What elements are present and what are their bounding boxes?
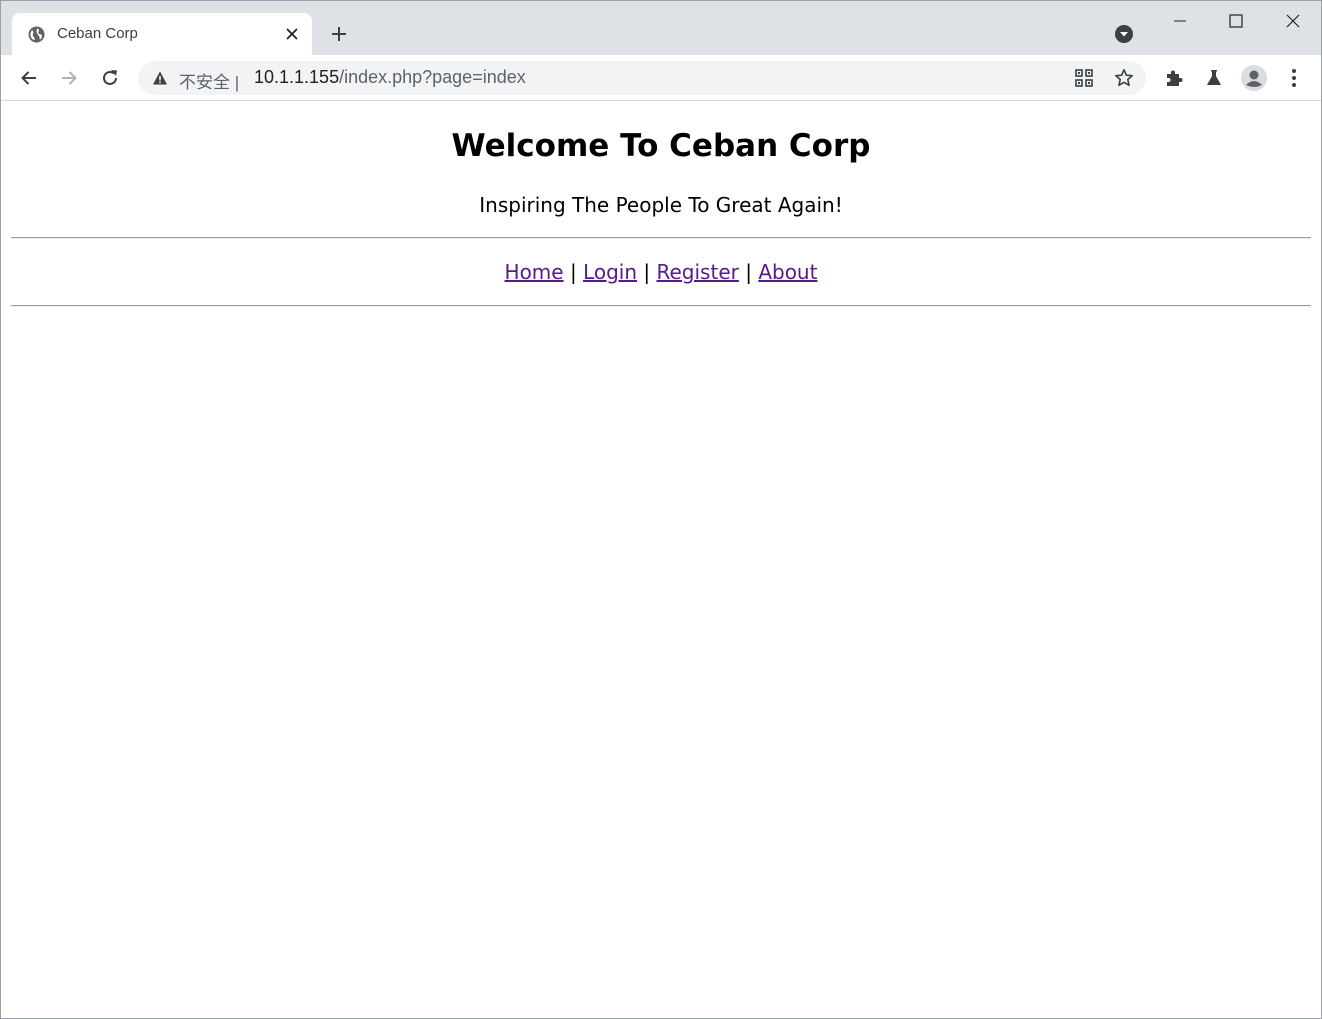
- url-text[interactable]: 10.1.1.155/index.php?page=index: [254, 67, 526, 88]
- chevron-down-circle-icon[interactable]: [1111, 21, 1137, 47]
- minimize-icon[interactable]: [1165, 7, 1195, 35]
- active-tab[interactable]: Ceban Corp: [12, 13, 312, 55]
- plus-icon[interactable]: [327, 22, 351, 46]
- close-icon[interactable]: [282, 24, 302, 44]
- puzzle-icon[interactable]: [1161, 65, 1187, 91]
- window-close-icon[interactable]: [1278, 7, 1308, 35]
- security-label[interactable]: 不安全 |: [179, 68, 239, 93]
- site-nav: Home | Login | Register | About: [1, 260, 1321, 284]
- tab-strip: Ceban Corp: [1, 1, 1321, 55]
- divider-bottom: [11, 305, 1311, 307]
- avatar-icon[interactable]: [1241, 65, 1267, 91]
- globe-icon: [28, 26, 45, 43]
- arrow-left-icon[interactable]: [14, 63, 44, 93]
- arrow-right-icon[interactable]: [54, 63, 84, 93]
- page-content: Welcome To Ceban Corp Inspiring The Peop…: [1, 102, 1321, 1018]
- star-icon[interactable]: [1113, 67, 1135, 89]
- page-title: Welcome To Ceban Corp: [451, 128, 871, 164]
- nav-separator: |: [643, 260, 651, 284]
- nav-link-login[interactable]: Login: [583, 260, 637, 284]
- page-tagline: Inspiring The People To Great Again!: [479, 193, 843, 217]
- nav-separator: |: [745, 260, 752, 284]
- nav-link-about[interactable]: About: [758, 260, 817, 284]
- qr-grid-icon[interactable]: [1073, 67, 1095, 89]
- flask-icon[interactable]: [1201, 65, 1227, 91]
- warning-icon[interactable]: [152, 70, 168, 86]
- divider-top: [11, 237, 1311, 239]
- url-path: /index.php?page=index: [339, 67, 526, 87]
- reload-icon[interactable]: [95, 63, 125, 93]
- kebab-menu-icon[interactable]: [1281, 65, 1307, 91]
- address-separator: |: [234, 73, 240, 92]
- tab-title: Ceban Corp: [57, 25, 138, 42]
- nav-separator: |: [569, 260, 577, 284]
- address-bar[interactable]: 不安全 | 10.1.1.155/index.php?page=index: [138, 61, 1146, 95]
- maximize-icon[interactable]: [1221, 7, 1251, 35]
- browser-window: Ceban Corp 不安全 | 10.1.1.155/index.php?pa…: [0, 0, 1322, 1019]
- url-host: 10.1.1.155: [254, 67, 340, 87]
- browser-toolbar: 不安全 | 10.1.1.155/index.php?page=index: [1, 55, 1321, 101]
- nav-link-home[interactable]: Home: [505, 260, 564, 284]
- nav-link-register[interactable]: Register: [657, 260, 739, 284]
